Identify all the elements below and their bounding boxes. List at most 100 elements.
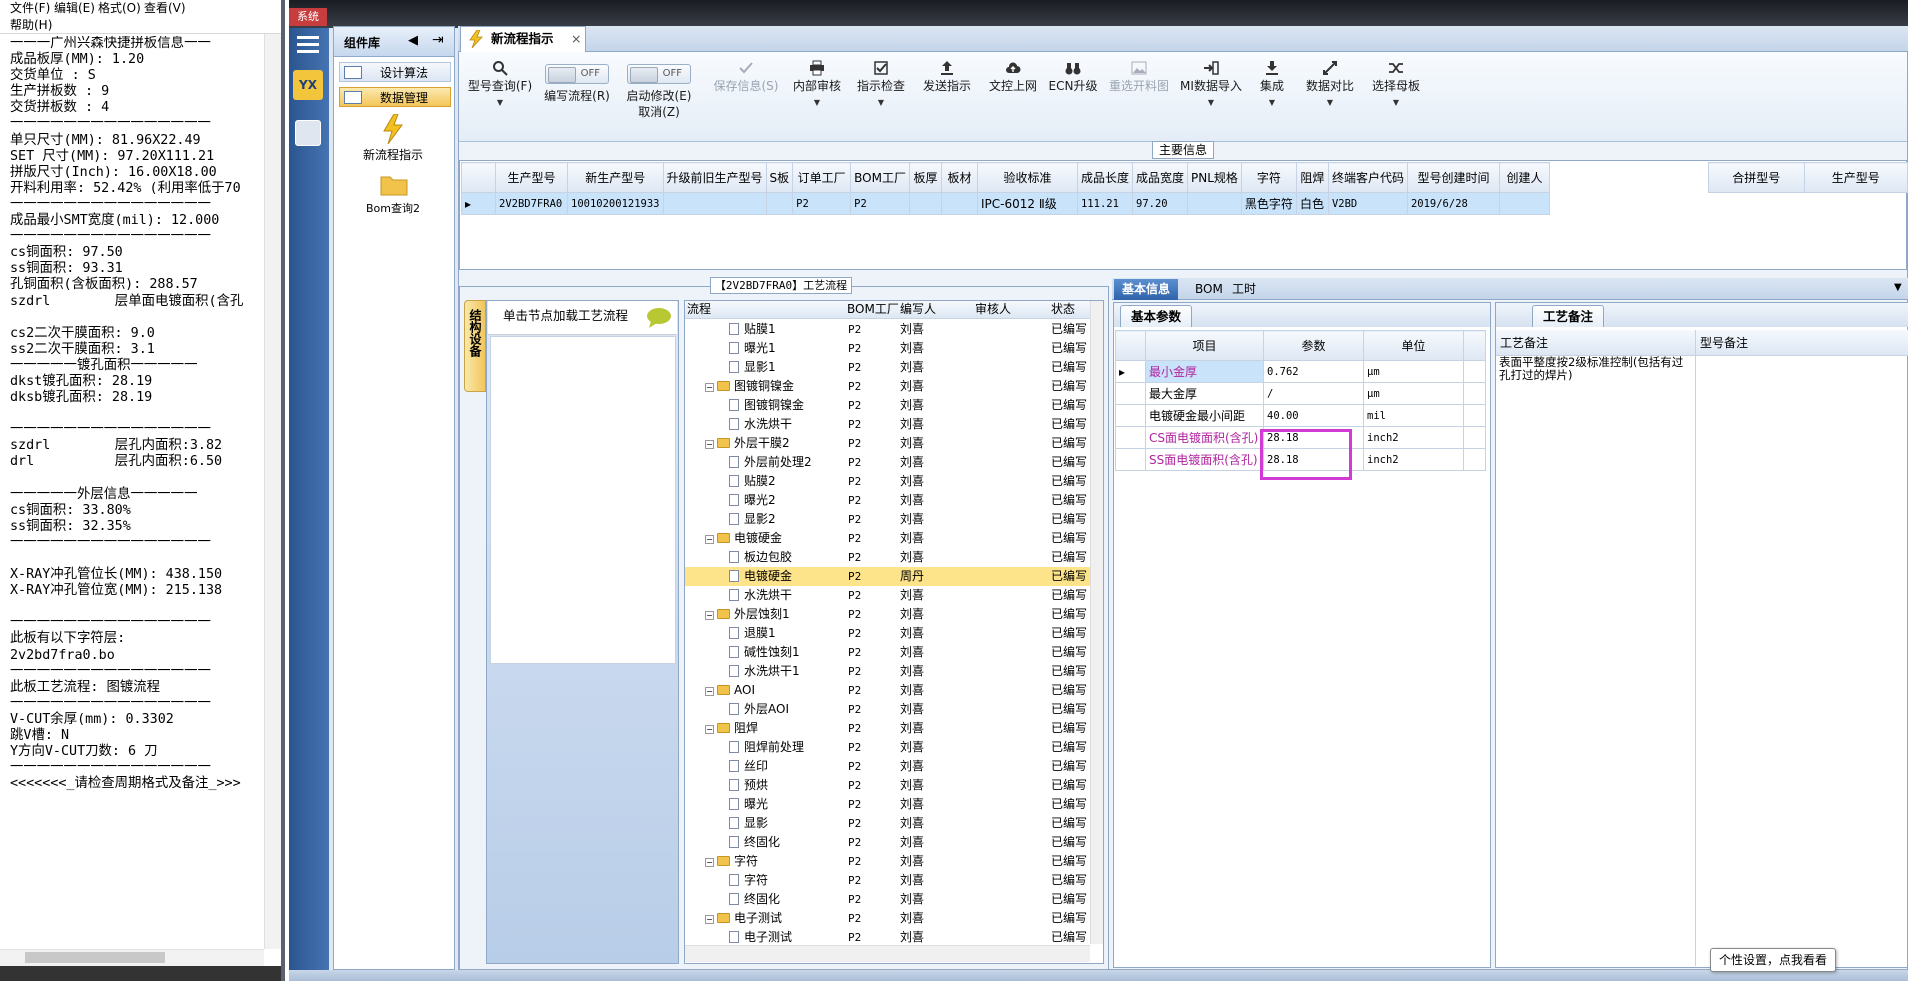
table-row[interactable]: ▸ 最小金厚 0.762 μm (1115, 360, 1486, 383)
cell-16[interactable] (1498, 192, 1550, 215)
col-production-model[interactable]: 生产型号 (1803, 162, 1908, 193)
cell-8[interactable]: IPC-6012 Ⅱ级 (976, 192, 1078, 215)
cell-13[interactable]: 白色 (1295, 192, 1329, 215)
tree-row[interactable]: 终固化 P2 刘喜 已编写 (685, 833, 1090, 852)
col-item[interactable]: 项目 (1145, 330, 1264, 361)
tree-row[interactable]: 碱性蚀刻1 P2 刘喜 已编写 (685, 643, 1090, 662)
toggle-switch[interactable]: OFF (545, 64, 609, 84)
col-reviewer[interactable]: 审核人 (975, 301, 1011, 318)
tree-row[interactable]: − 电镀硬金 P2 刘喜 已编写 (685, 529, 1090, 548)
tree-row[interactable]: − 电子测试 P2 刘喜 已编写 (685, 909, 1090, 928)
tree-row[interactable]: 图镀铜镍金 P2 刘喜 已编写 (685, 396, 1090, 415)
cell-6[interactable] (908, 192, 942, 215)
tree-row[interactable]: 丝印 P2 刘喜 已编写 (685, 757, 1090, 776)
collapse-arrow-icon[interactable]: ◀ (408, 33, 418, 48)
collapse-icon[interactable]: − (705, 383, 714, 392)
menu-design-algorithm[interactable]: 设计算法 (339, 62, 451, 82)
cell-1[interactable]: 10010200121933 (567, 192, 664, 215)
hamburger-menu-icon[interactable] (297, 34, 321, 54)
col-13[interactable]: 阻焊 (1295, 162, 1329, 193)
tree-row[interactable]: − 外层蚀刻1 P2 刘喜 已编写 (685, 605, 1090, 624)
pin-icon[interactable]: ⇥ (432, 32, 444, 48)
tree-row[interactable]: − 阻焊 P2 刘喜 已编写 (685, 719, 1090, 738)
calculator-icon[interactable] (295, 120, 321, 146)
col-8[interactable]: 验收标准 (976, 162, 1078, 193)
tree-row[interactable]: 水洗烘干 P2 刘喜 已编写 (685, 586, 1090, 605)
param-item[interactable]: 最大金厚 (1145, 382, 1264, 405)
col-process-remark[interactable]: 工艺备注 (1500, 330, 1548, 356)
param-item[interactable]: 最小金厚 (1145, 360, 1264, 383)
tree-row[interactable]: 水洗烘干1 P2 刘喜 已编写 (685, 662, 1090, 681)
param-value[interactable]: 40.00 (1263, 404, 1364, 427)
col-11[interactable]: PNL规格 (1187, 162, 1242, 193)
cell-3[interactable] (765, 192, 794, 215)
dropdown-arrow-icon[interactable]: ▼ (1299, 94, 1361, 112)
param-value[interactable]: / (1263, 382, 1364, 405)
tree-row[interactable]: 外层AOI P2 刘喜 已编写 (685, 700, 1090, 719)
menu-file[interactable]: 文件(F) (6, 0, 54, 16)
cell-0[interactable]: 2V2BD7FRA0 (495, 192, 568, 215)
tree-row[interactable]: − AOI P2 刘喜 已编写 (685, 681, 1090, 700)
tree-node[interactable]: 电镀硬金 (729, 567, 792, 586)
col-2[interactable]: 升级前旧生产型号 (662, 162, 767, 193)
tree-row[interactable]: 终固化 P2 刘喜 已编写 (685, 890, 1090, 909)
tree-row[interactable]: 外层前处理2 P2 刘喜 已编写 (685, 453, 1090, 472)
ecn-upgrade-button[interactable]: ECN升级 (1045, 56, 1101, 136)
tree-node[interactable]: 曝光1 (729, 339, 776, 358)
yx-logo-icon[interactable]: YX (293, 70, 323, 100)
col-7[interactable]: 板材 (940, 162, 978, 193)
tree-node[interactable]: 预烘 (729, 776, 768, 795)
tree-row[interactable]: 电镀硬金 P2 周丹 已编写 (685, 567, 1090, 586)
cell-4[interactable]: P2 (792, 192, 852, 215)
collapse-icon[interactable]: − (705, 687, 714, 696)
tree-node[interactable]: 显影2 (729, 510, 776, 529)
menu-format[interactable]: 格式(O) (94, 0, 145, 16)
integrate-button[interactable]: 集成 ▼ (1247, 56, 1297, 136)
col-param[interactable]: 参数 (1263, 330, 1364, 361)
tree-node[interactable]: 曝光 (729, 795, 768, 814)
col-1[interactable]: 新生产型号 (567, 162, 664, 193)
send-indicate-button[interactable]: 发送指示 (915, 56, 979, 136)
tree-node[interactable]: 板边包胶 (729, 548, 792, 567)
tree-node[interactable]: 碱性蚀刻1 (729, 643, 800, 662)
tree-node[interactable]: − 阻焊 (705, 719, 758, 738)
tree-row[interactable]: 显影1 P2 刘喜 已编写 (685, 358, 1090, 377)
cell-15[interactable]: 2019/6/28 (1406, 192, 1500, 215)
tree-node[interactable]: 丝印 (729, 757, 768, 776)
tree-node[interactable]: 退膜1 (729, 624, 776, 643)
notepad-text-area[interactable]: 一一一广州兴森快捷拼板信息一一 成品板厚(MM): 1.20 交货单位 : S … (10, 36, 275, 946)
collapse-icon[interactable]: − (705, 858, 714, 867)
tree-row[interactable]: 退膜1 P2 刘喜 已编写 (685, 624, 1090, 643)
cell-11[interactable] (1187, 192, 1242, 215)
table-row[interactable]: 电镀硬金最小间距 40.00 mil (1115, 404, 1486, 427)
param-item[interactable]: CS面电镀面积(含孔) (1145, 426, 1264, 449)
col-12[interactable]: 字符 (1240, 162, 1297, 193)
model-query-button[interactable]: 型号查询(F) ▼ (465, 56, 535, 136)
tree-node[interactable]: − 外层蚀刻1 (705, 605, 790, 624)
param-item[interactable]: 电镀硬金最小间距 (1145, 404, 1264, 427)
tree-row[interactable]: − 外层干膜2 P2 刘喜 已编写 (685, 434, 1090, 453)
col-status[interactable]: 状态 (1051, 301, 1075, 318)
tree-node[interactable]: 图镀铜镍金 (729, 396, 804, 415)
start-modify-toggle[interactable]: OFF 启动修改(E) 取消(Z) (619, 56, 699, 136)
dropdown-arrow-icon[interactable]: ▼ (787, 94, 847, 112)
process-remark-text[interactable]: 表面平整度按2级标准控制(包括有过孔打过的焊片) (1499, 356, 1689, 382)
col-bom-factory[interactable]: BOM工厂 (847, 301, 899, 318)
menu-edit[interactable]: 编辑(E) (50, 0, 99, 16)
cell-14[interactable]: V2BD (1327, 192, 1408, 215)
tree-node[interactable]: − 外层干膜2 (705, 434, 790, 453)
tree-node[interactable]: 外层前处理2 (729, 453, 812, 472)
tree-row[interactable]: 贴膜1 P2 刘喜 已编写 (685, 320, 1090, 339)
tree-row[interactable]: 字符 P2 刘喜 已编写 (685, 871, 1090, 890)
tree-row[interactable]: 水洗烘干 P2 刘喜 已编写 (685, 415, 1090, 434)
internal-review-button[interactable]: 内部审核 ▼ (787, 56, 847, 136)
lightning-icon[interactable] (382, 114, 404, 144)
collapse-icon[interactable]: − (705, 611, 714, 620)
folder-icon[interactable] (380, 172, 408, 196)
collapse-icon[interactable]: − (705, 915, 714, 924)
tree-node[interactable]: 终固化 (729, 890, 780, 909)
col-14[interactable]: 终端客户代码 (1327, 162, 1408, 193)
cell-2[interactable] (662, 192, 767, 215)
tree-node[interactable]: 字符 (729, 871, 768, 890)
col-10[interactable]: 成品宽度 (1131, 162, 1189, 193)
